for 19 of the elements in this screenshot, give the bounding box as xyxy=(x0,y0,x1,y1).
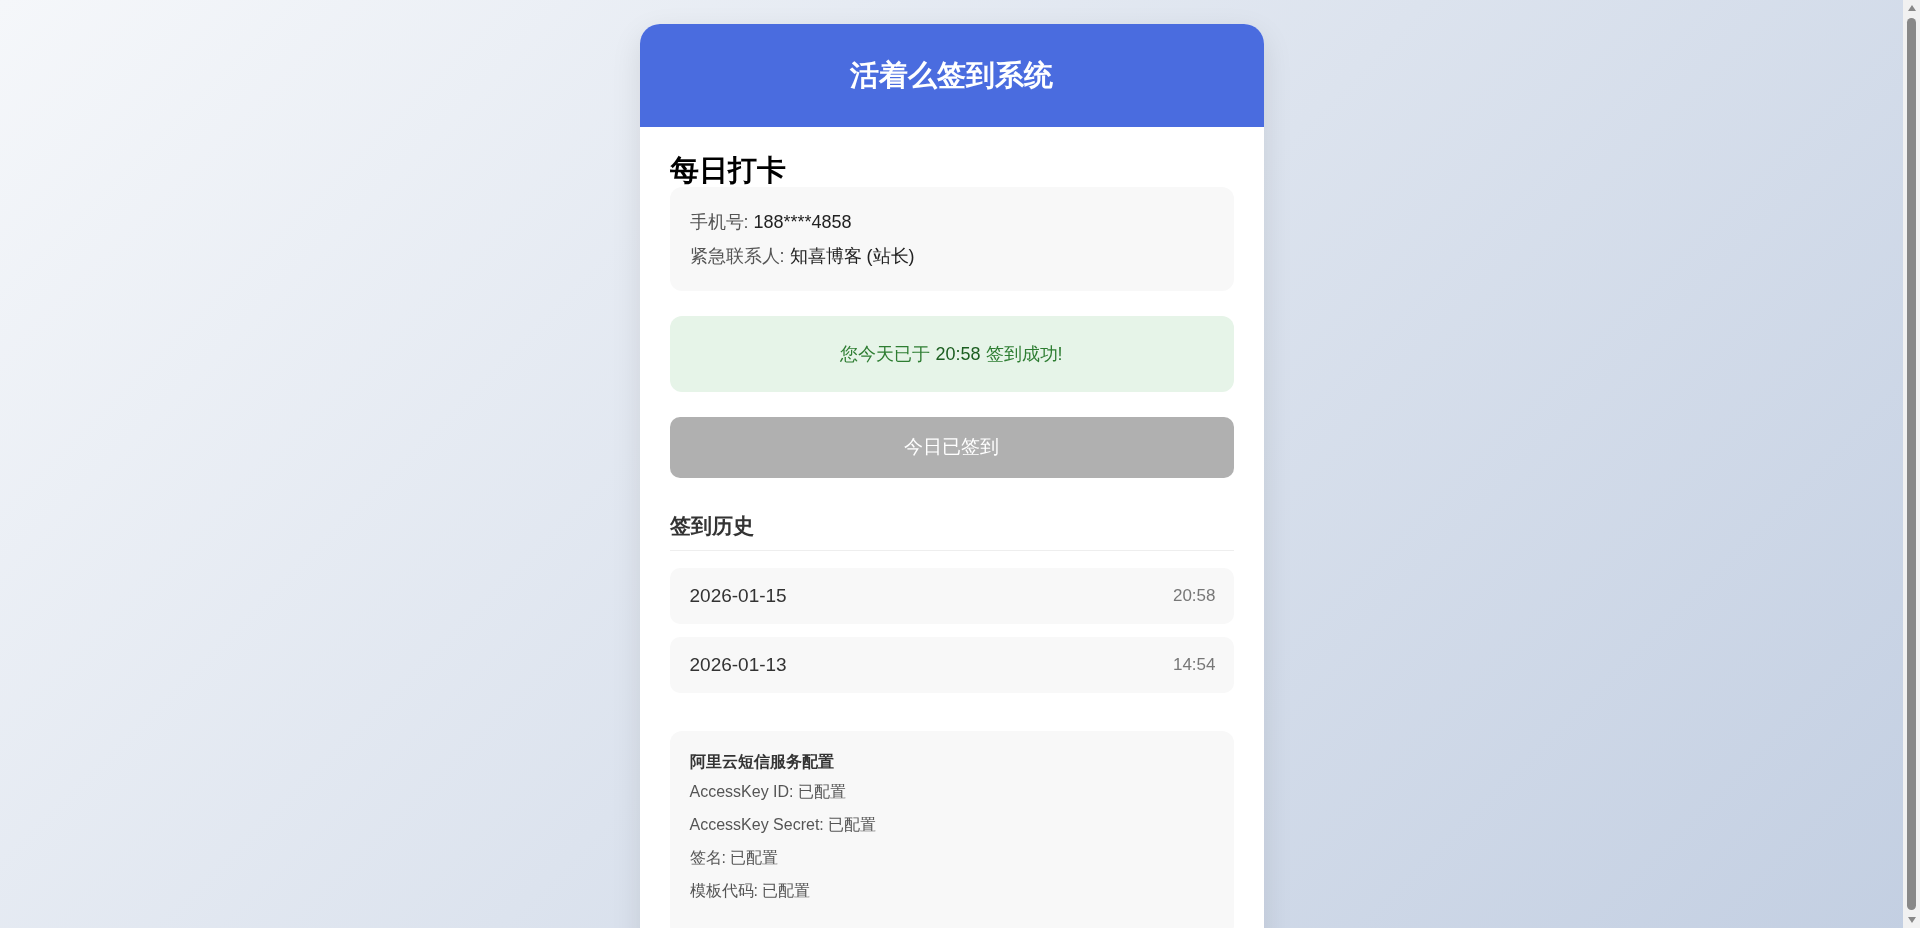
config-line: AccessKey Secret: 已配置 xyxy=(689,814,878,835)
scroll-up-icon[interactable] xyxy=(1906,4,1917,12)
config-title: 阿里云短信服务配置 xyxy=(689,751,835,772)
history-date: 2026-01-15 xyxy=(689,584,787,607)
history-title: 签到历史 xyxy=(669,511,1234,551)
scroll-thumb[interactable] xyxy=(1907,18,1916,910)
info-line: 紧急联系人: 知喜博客 (站长) xyxy=(689,244,916,268)
info-line: 手机号: 188****4858 xyxy=(689,210,853,234)
history-date: 2026-01-13 xyxy=(689,653,787,676)
config-line: AccessKey ID: 已配置 xyxy=(689,781,847,802)
config-line: 签名: 已配置 xyxy=(689,847,780,868)
config-line: 模板代码: 已配置 xyxy=(689,880,812,901)
scroll-down-icon[interactable] xyxy=(1906,916,1917,924)
scrollbar[interactable] xyxy=(1903,0,1920,928)
history-time: 20:58 xyxy=(1172,585,1216,606)
status-message: 您今天已于 20:58 签到成功! xyxy=(840,342,1063,366)
history-time: 14:54 xyxy=(1172,654,1216,675)
section-title: 每日打卡 xyxy=(669,155,787,187)
app-title: 活着么签到系统 xyxy=(850,57,1053,93)
